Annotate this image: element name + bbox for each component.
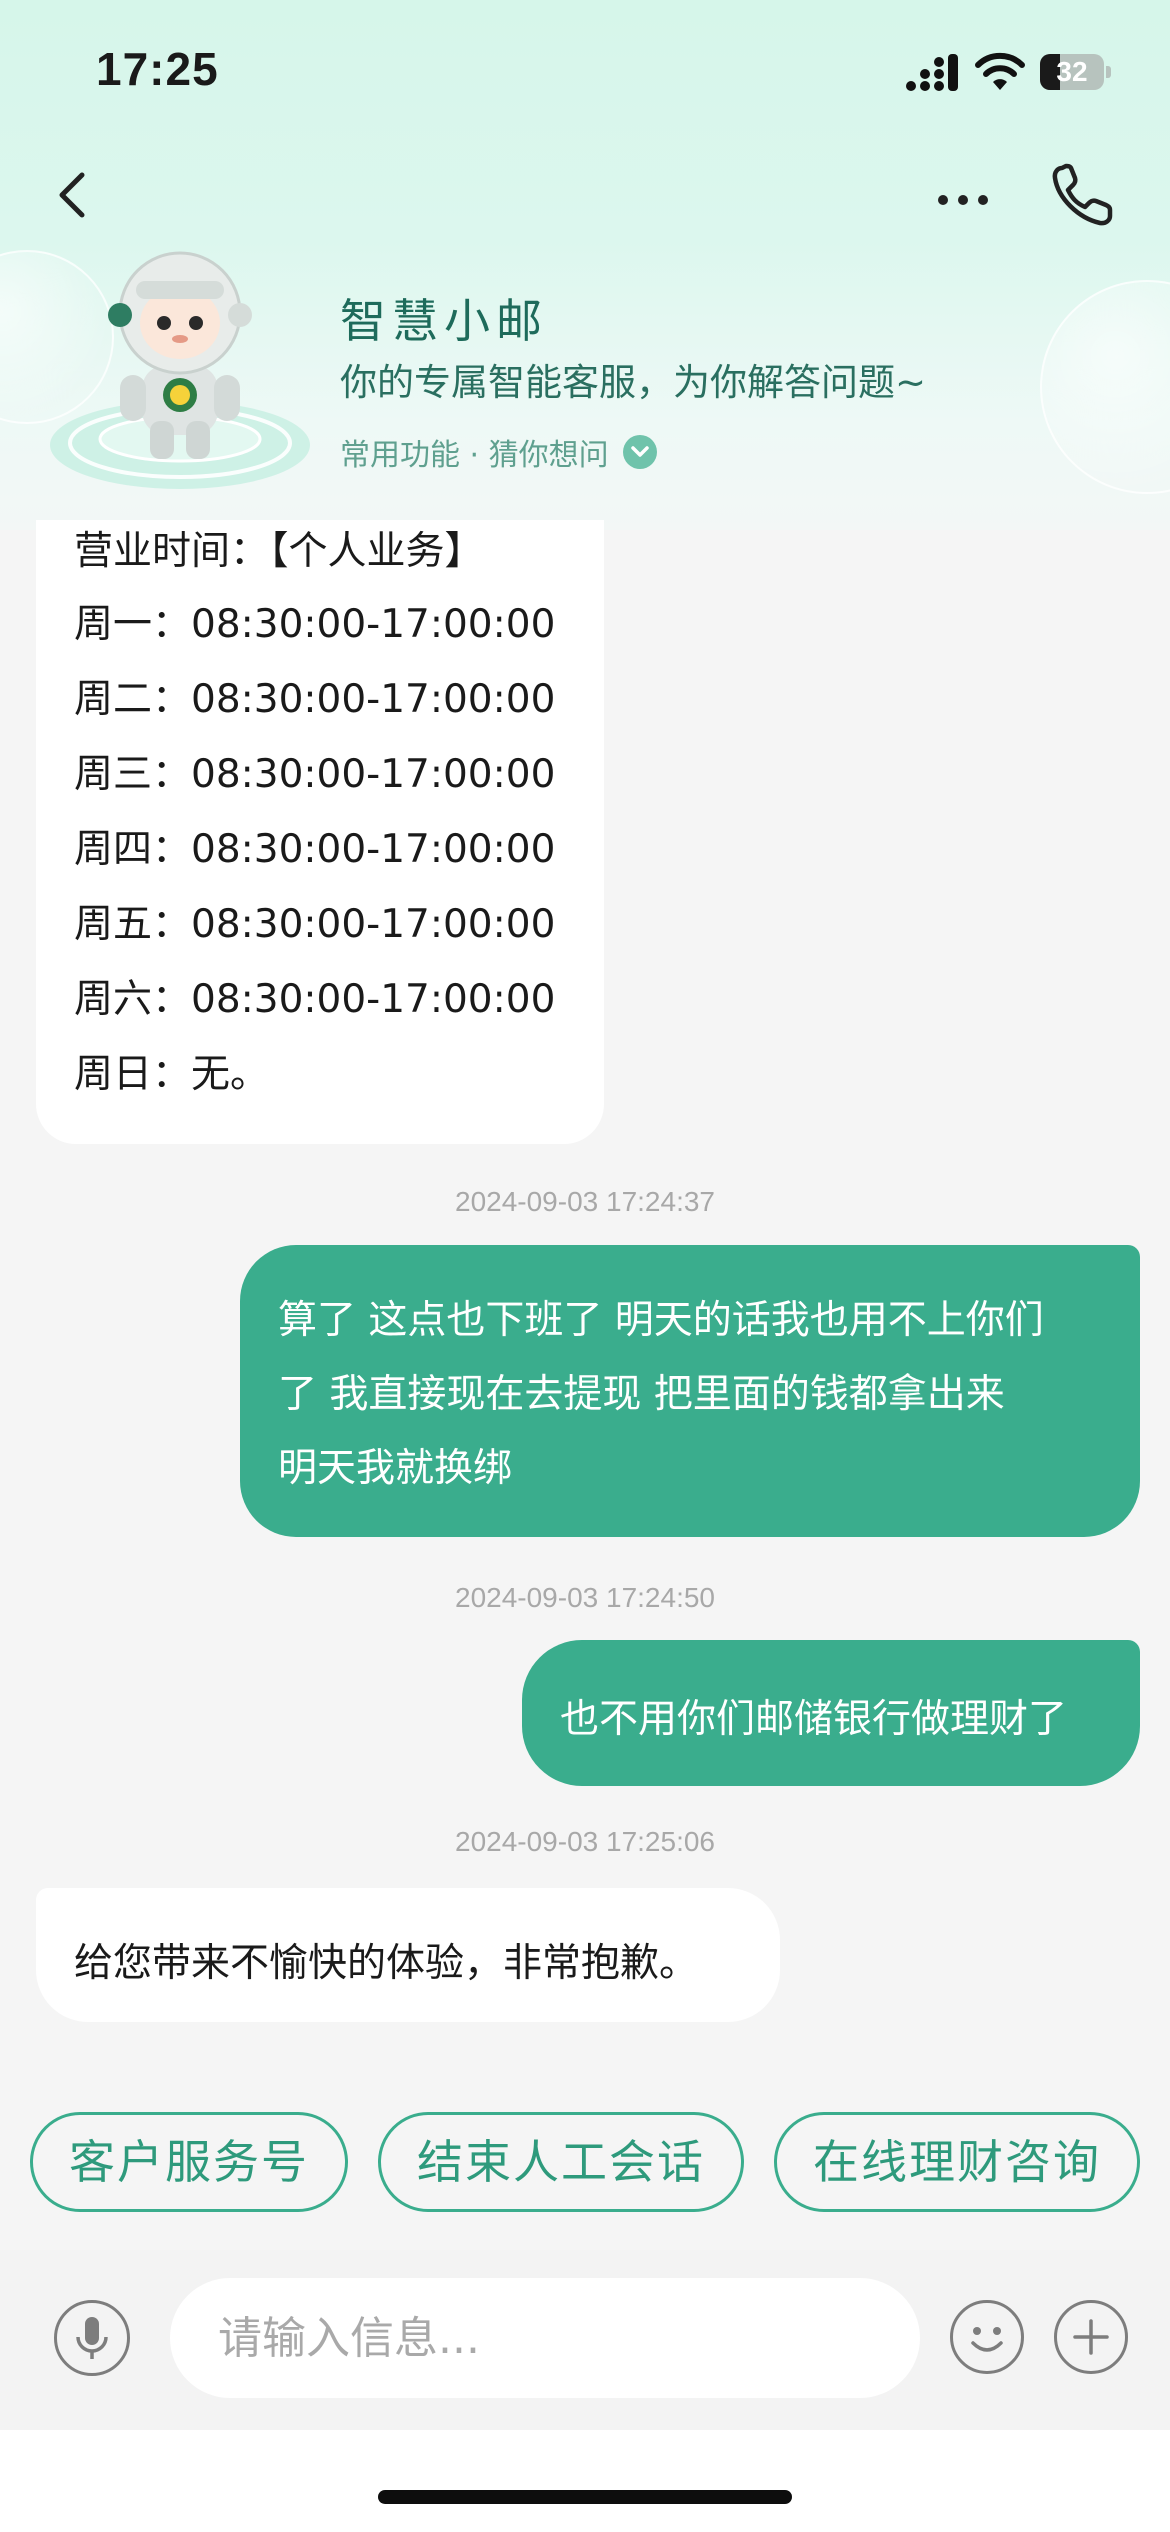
- composer-bar: [0, 2250, 1170, 2430]
- chat-header: 17:25 32 智慧小邮 你的专属智能客服，为你解答问题~ 常用功能 · 猜你…: [0, 0, 1170, 530]
- astronaut-robot-avatar: [50, 251, 310, 489]
- chevron-down-icon: [622, 435, 657, 469]
- user-message-line: 也不用你们邮储银行做理财了: [560, 1697, 1068, 1742]
- back-chevron-icon[interactable]: [50, 165, 94, 225]
- user-message-line: 算了 这点也下班了 明天的话我也用不上你们: [278, 1298, 1044, 1343]
- hours-line: 周二：08:30:00-17:00:00: [74, 677, 556, 722]
- bot-name: 智慧小邮: [340, 294, 548, 348]
- more-dots-icon[interactable]: [935, 178, 991, 218]
- bot-message: 给您带来不愉快的体验，非常抱歉。: [36, 1888, 780, 2022]
- hours-line: 周三：08:30:00-17:00:00: [74, 752, 556, 797]
- message-list[interactable]: 营业时间：【个人业务】 周一：08:30:00-17:00:00 周二：08:3…: [0, 520, 1170, 2070]
- status-bar: 17:25 32: [0, 0, 1170, 150]
- hours-line: 周一：08:30:00-17:00:00: [74, 602, 556, 647]
- quick-reply-end-session[interactable]: 结束人工会话: [378, 2112, 744, 2212]
- quick-functions-label: 常用功能 · 猜你想问: [340, 438, 609, 473]
- phone-icon[interactable]: [1048, 160, 1118, 230]
- quick-functions-toggle[interactable]: 常用功能 · 猜你想问: [340, 430, 657, 474]
- microphone-icon: [76, 2317, 108, 2359]
- message-timestamp: 2024-09-03 17:24:50: [455, 1582, 715, 1613]
- quick-reply-customer-service[interactable]: 客户服务号: [30, 2112, 348, 2212]
- microphone-button[interactable]: [54, 2300, 130, 2376]
- quick-reply-financial-consult[interactable]: 在线理财咨询: [774, 2112, 1140, 2212]
- user-message: 也不用你们邮储银行做理财了: [522, 1640, 1140, 1786]
- home-indicator[interactable]: [378, 2490, 792, 2504]
- user-message-line: 明天我就换绑: [278, 1446, 513, 1491]
- quick-reply-bar: 客户服务号 结束人工会话 在线理财咨询: [0, 2112, 1170, 2220]
- plus-button[interactable]: [1054, 2300, 1128, 2374]
- message-timestamp: 2024-09-03 17:25:06: [455, 1826, 715, 1857]
- hours-line: 周五：08:30:00-17:00:00: [74, 902, 556, 947]
- bot-message-text: 给您带来不愉快的体验，非常抱歉。: [74, 1941, 699, 1986]
- user-message: 算了 这点也下班了 明天的话我也用不上你们 了 我直接现在去提现 把里面的钱都拿…: [240, 1245, 1140, 1537]
- hours-line: 周四：08:30:00-17:00:00: [74, 827, 556, 872]
- hours-title: 营业时间：【个人业务】: [74, 529, 484, 574]
- emoji-button[interactable]: [950, 2300, 1024, 2374]
- home-indicator-area: [0, 2430, 1170, 2532]
- cellular-signal-icon: [906, 54, 958, 91]
- smiley-icon: [971, 2327, 1003, 2352]
- bot-description: 你的专属智能客服，为你解答问题~: [340, 361, 927, 404]
- bot-message-hours: 营业时间：【个人业务】 周一：08:30:00-17:00:00 周二：08:3…: [36, 520, 604, 1144]
- hours-line: 周日：无。: [74, 1052, 270, 1097]
- message-timestamp: 2024-09-03 17:24:37: [455, 1186, 715, 1217]
- message-input[interactable]: [170, 2278, 920, 2398]
- battery-indicator: 32: [1040, 54, 1112, 90]
- decorative-bubble: [1040, 280, 1170, 494]
- status-time: 17:25: [96, 43, 219, 95]
- hours-line: 周六：08:30:00-17:00:00: [74, 977, 556, 1022]
- plus-icon: [1073, 2319, 1109, 2355]
- wifi-icon: [975, 52, 1025, 90]
- user-message-line: 了 我直接现在去提现 把里面的钱都拿出来: [278, 1372, 1005, 1417]
- battery-percent: 32: [1056, 56, 1088, 87]
